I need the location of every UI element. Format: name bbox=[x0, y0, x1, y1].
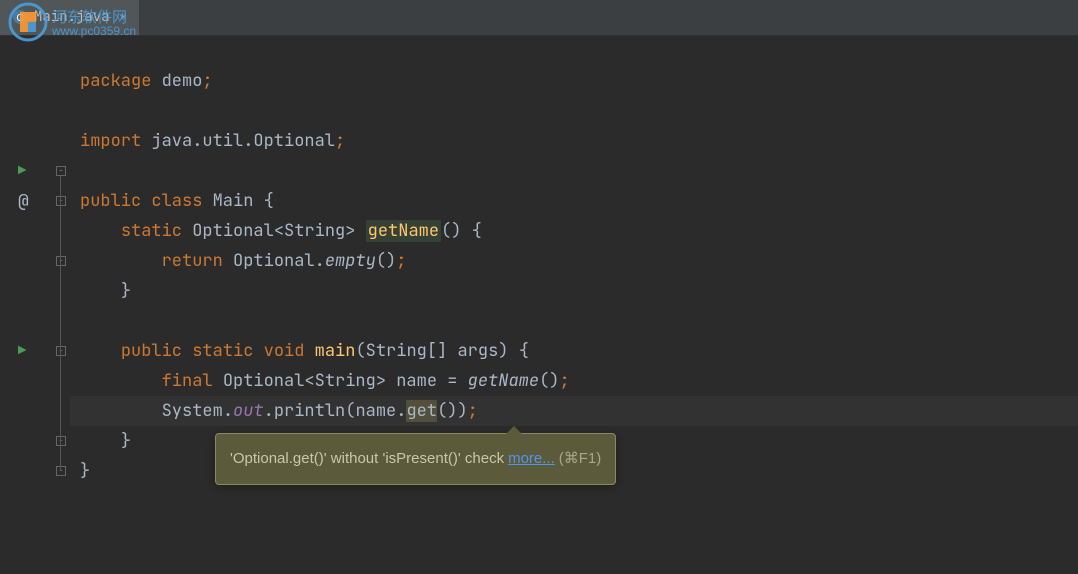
code-line-3: import java.util.Optional; bbox=[70, 126, 1078, 156]
tooltip-shortcut: (⌘F1) bbox=[559, 444, 602, 474]
code-line-5: public class Main { bbox=[70, 186, 1078, 216]
java-class-icon: C bbox=[12, 9, 28, 25]
tab-filename: Main.java bbox=[34, 8, 110, 26]
tooltip-message: 'Optional.get()' without 'isPresent()' c… bbox=[230, 444, 504, 474]
context-icon[interactable]: @ bbox=[18, 190, 29, 213]
tab-bar: C Main.java × bbox=[0, 0, 1078, 36]
fold-icon[interactable]: − bbox=[56, 256, 66, 266]
run-icon[interactable]: ▶ bbox=[18, 162, 26, 180]
svg-text:C: C bbox=[16, 13, 23, 24]
code-line-7: return Optional.empty(); bbox=[70, 246, 1078, 276]
code-line-8: } bbox=[70, 276, 1078, 306]
code-line-4 bbox=[70, 156, 1078, 186]
tooltip-more-link[interactable]: more... bbox=[508, 444, 555, 474]
code-line-12: System.out.println(name.get()); bbox=[70, 396, 1078, 426]
code-line-10: public static void main(String[] args) { bbox=[70, 336, 1078, 366]
gutter: ▶ @ ▶ − − − − − − bbox=[0, 36, 70, 574]
inspection-tooltip: 'Optional.get()' without 'isPresent()' c… bbox=[215, 433, 616, 485]
fold-icon[interactable]: − bbox=[56, 166, 66, 176]
fold-icon[interactable]: − bbox=[56, 436, 66, 446]
code-area[interactable]: package demo; import java.util.Optional;… bbox=[70, 36, 1078, 574]
code-line-2 bbox=[70, 96, 1078, 126]
tab-close-button[interactable]: × bbox=[120, 8, 128, 25]
fold-line bbox=[60, 176, 61, 471]
editor: ▶ @ ▶ − − − − − − package demo; import j… bbox=[0, 36, 1078, 574]
fold-icon[interactable]: − bbox=[56, 346, 66, 356]
code-line-6: static Optional<String> getName() { bbox=[70, 216, 1078, 246]
code-line-9 bbox=[70, 306, 1078, 336]
code-line-1: package demo; bbox=[70, 66, 1078, 96]
fold-icon[interactable]: − bbox=[56, 466, 66, 476]
run-icon[interactable]: ▶ bbox=[18, 342, 26, 360]
code-line-11: final Optional<String> name = getName(); bbox=[70, 366, 1078, 396]
file-tab[interactable]: C Main.java × bbox=[0, 0, 139, 35]
fold-icon[interactable]: − bbox=[56, 196, 66, 206]
